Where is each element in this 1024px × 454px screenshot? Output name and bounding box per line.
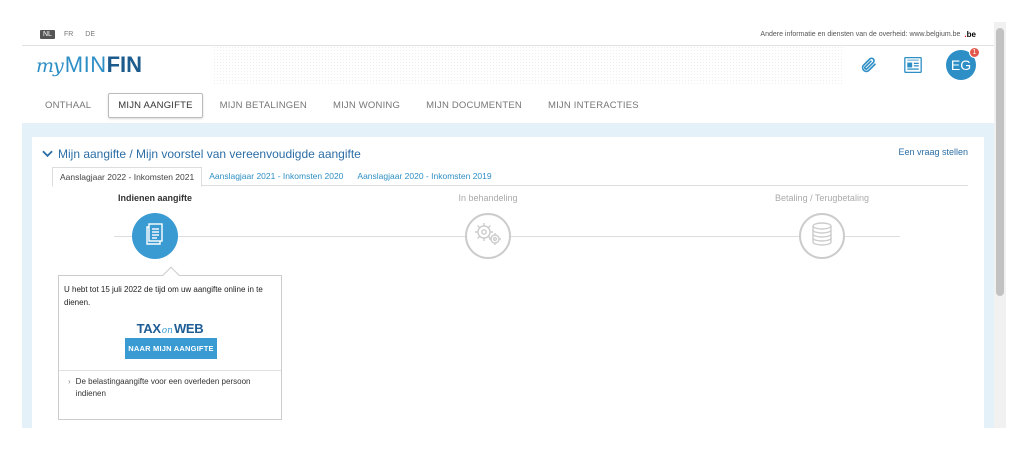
coins-icon [809, 221, 835, 252]
step-indienen[interactable] [132, 213, 178, 259]
step-behandeling [465, 213, 511, 259]
popover-arrow [162, 266, 180, 284]
scrollbar-thumb[interactable] [996, 28, 1004, 296]
deadline-text: U hebt tot 15 juli 2022 de tijd om uw aa… [64, 285, 263, 307]
nav-mijn-woning[interactable]: MIJN WONING [324, 94, 409, 117]
gears-icon [473, 221, 503, 252]
page-title: Mijn aangifte / Mijn voorstel van vereen… [58, 147, 361, 161]
nav-mijn-aangifte[interactable]: MIJN AANGIFTE [108, 93, 203, 118]
nav-mijn-documenten[interactable]: MIJN DOCUMENTEN [417, 94, 531, 117]
gov-info: Andere informatie en diensten van de ove… [760, 30, 976, 39]
deceased-declaration-label: De belastingaangifte voor een overleden … [75, 377, 251, 398]
chevron-down-icon[interactable] [42, 145, 53, 163]
lang-de[interactable]: DE [82, 30, 98, 39]
myminfin-logo[interactable]: my MIN FIN [36, 52, 142, 78]
nav-onthaal[interactable]: ONTHAAL [36, 94, 100, 117]
popover-divider [59, 370, 281, 371]
chevron-right-icon: › [68, 377, 71, 386]
step-betaling [799, 213, 845, 259]
page-scrollbar[interactable] [994, 22, 1006, 428]
ask-question-link[interactable]: Een vraag stellen [898, 147, 968, 157]
paperclip-icon[interactable] [858, 54, 880, 76]
aangifte-card: Mijn aangifte / Mijn voorstel van vereen… [32, 137, 984, 428]
tab-aanslagjaar-2020[interactable]: Aanslagjaar 2020 - Inkomsten 2019 [350, 167, 498, 185]
naar-mijn-aangifte-button[interactable]: NAAR MIJN AANGIFTE [125, 338, 217, 359]
tab-aanslagjaar-2022[interactable]: Aanslagjaar 2022 - Inkomsten 2021 [52, 167, 203, 187]
document-icon [144, 222, 166, 251]
avatar-initials: EG [950, 57, 972, 73]
lang-fr[interactable]: FR [61, 30, 76, 39]
tab-aanslagjaar-2021[interactable]: Aanslagjaar 2021 - Inkomsten 2020 [202, 167, 350, 185]
step-label-betaling: Betaling / Terugbetaling [775, 193, 869, 203]
indienen-popover: U hebt tot 15 juli 2022 de tijd om uw aa… [58, 266, 282, 420]
nav-mijn-interacties[interactable]: MIJN INTERACTIES [539, 94, 648, 117]
nav-mijn-betalingen[interactable]: MIJN BETALINGEN [211, 94, 316, 117]
year-tabs: Aanslagjaar 2022 - Inkomsten 2021 Aansla… [52, 167, 968, 187]
lang-nl[interactable]: NL [40, 30, 55, 39]
language-switcher: NL FR DE [40, 30, 98, 39]
page: NL FR DE Andere informatie en diensten v… [22, 22, 994, 428]
deceased-declaration-link[interactable]: › De belastingaangifte voor een overlede… [68, 376, 278, 400]
notification-badge: 1 [969, 47, 980, 58]
main-nav: ONTHAAL MIJN AANGIFTE MIJN BETALINGEN MI… [36, 93, 656, 118]
logo-bar: my MIN FIN EG 1 [22, 46, 994, 86]
step-label-behandeling: In behandeling [458, 193, 518, 203]
step-label-indienen: Indienen aangifte [117, 193, 193, 203]
gov-info-link[interactable]: Andere informatie en diensten van de ove… [760, 31, 960, 38]
header-icons: EG 1 [858, 47, 980, 80]
content-band: Mijn aangifte / Mijn voorstel van vereen… [22, 123, 994, 428]
taxonweb-logo: TAX on WEB [136, 321, 204, 336]
card-header[interactable]: Mijn aangifte / Mijn voorstel van vereen… [42, 145, 361, 163]
belgium-be-logo[interactable]: .be [964, 30, 976, 39]
news-icon[interactable] [902, 54, 924, 76]
user-avatar[interactable]: EG 1 [946, 47, 980, 80]
